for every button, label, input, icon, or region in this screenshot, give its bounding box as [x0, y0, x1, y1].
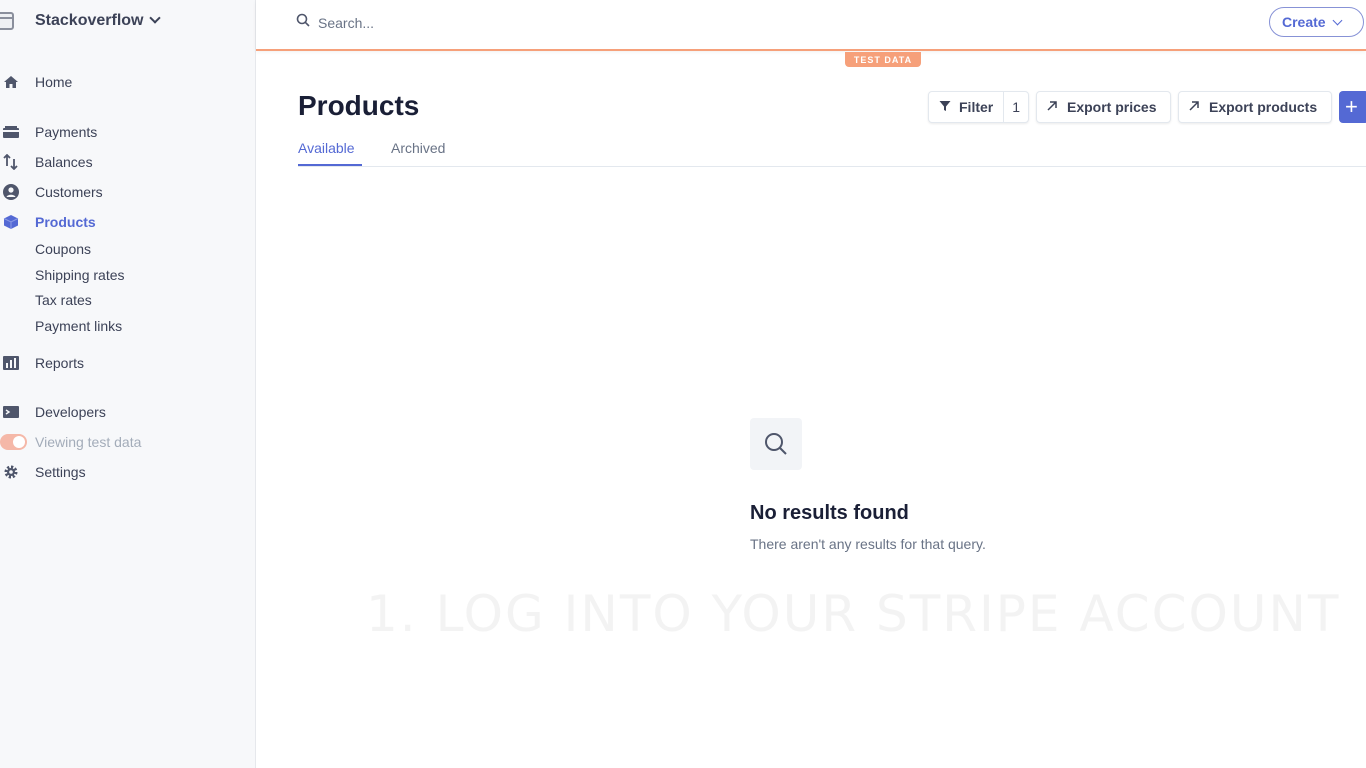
top-bar: Search... Create: [256, 0, 1366, 51]
account-logo-icon: [0, 12, 14, 30]
chevron-down-icon: [1332, 15, 1343, 25]
account-name: Stackoverflow: [35, 12, 144, 29]
test-data-badge: TEST DATA: [845, 52, 921, 67]
sidebar-item-label: Reports: [35, 355, 85, 371]
tab-archived[interactable]: Archived: [391, 140, 445, 156]
arrow-up-right-icon: [1046, 99, 1058, 115]
sidebar-subitem-shipping-rates[interactable]: Shipping rates: [35, 267, 125, 283]
filter-label: Filter: [959, 99, 994, 115]
export-products-button[interactable]: Export products: [1178, 91, 1332, 123]
tab-available[interactable]: Available: [298, 140, 355, 156]
filter-button[interactable]: Filter 1: [928, 91, 1029, 123]
empty-state-subtitle: There aren't any results for that query.: [750, 536, 986, 552]
sidebar-subitem-coupons[interactable]: Coupons: [35, 241, 91, 257]
filter-divider: [1003, 92, 1005, 122]
export-prices-button[interactable]: Export prices: [1036, 91, 1171, 123]
reports-chart-icon: [3, 355, 19, 371]
sidebar-item-label: Viewing test data: [35, 434, 142, 450]
terminal-icon: [3, 404, 19, 420]
sidebar-item-label: Settings: [35, 464, 86, 480]
sidebar-item-label: Payments: [35, 124, 98, 140]
balances-arrows-icon: [3, 154, 19, 170]
empty-state-title: No results found: [750, 502, 909, 524]
arrow-up-right-icon: [1188, 99, 1200, 115]
export-prices-label: Export prices: [1067, 99, 1157, 115]
sidebar-item-label: Home: [35, 74, 73, 90]
sidebar-item-label: Products: [35, 214, 96, 230]
sidebar-item-label: Developers: [35, 404, 106, 420]
customers-icon: [3, 184, 19, 200]
create-button[interactable]: Create: [1269, 7, 1364, 37]
sidebar-item-label: Balances: [35, 154, 93, 170]
plus-icon: +: [1345, 94, 1358, 119]
sidebar: Stackoverflow Home Payments Balances Cus…: [0, 0, 256, 768]
payments-icon: [3, 124, 19, 140]
home-icon: [3, 74, 19, 90]
account-switcher[interactable]: Stackoverflow: [0, 8, 162, 34]
products-box-icon: [3, 214, 19, 230]
video-caption-overlay: 1. LOG INTO YOUR STRIPE ACCOUNT: [366, 585, 1341, 643]
export-products-label: Export products: [1209, 99, 1318, 115]
search-input[interactable]: Search...: [296, 13, 374, 32]
filter-count: 1: [1012, 99, 1021, 115]
gear-icon: [3, 464, 19, 480]
page-title: Products: [298, 90, 420, 121]
sidebar-subitem-payment-links[interactable]: Payment links: [35, 318, 122, 334]
add-product-button[interactable]: +: [1339, 91, 1366, 123]
filter-funnel-icon: [939, 99, 951, 115]
sidebar-item-label: Customers: [35, 184, 103, 200]
empty-state-search-icon: [750, 418, 802, 470]
chevron-down-icon: [149, 12, 162, 24]
search-icon: [296, 13, 310, 32]
create-button-label: Create: [1282, 14, 1326, 30]
tabs-divider: [298, 166, 1366, 167]
test-mode-toggle[interactable]: [0, 434, 27, 450]
sidebar-subitem-tax-rates[interactable]: Tax rates: [35, 292, 92, 308]
search-placeholder: Search...: [318, 14, 375, 31]
